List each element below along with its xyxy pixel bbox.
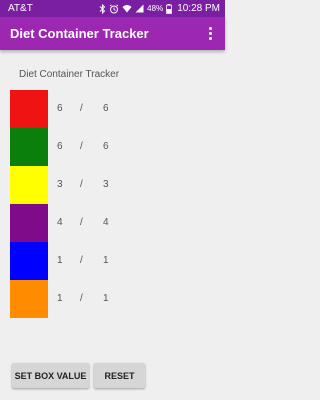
max-count: 3 bbox=[103, 179, 109, 190]
overflow-menu-icon[interactable] bbox=[203, 24, 217, 44]
app-bar: Diet Container Tracker bbox=[0, 17, 225, 50]
current-count: 3 bbox=[57, 179, 63, 190]
container-row-purple: 4 / 4 bbox=[10, 204, 210, 242]
container-row-green: 6 / 6 bbox=[10, 128, 210, 166]
bluetooth-icon bbox=[99, 3, 106, 14]
color-box-blue[interactable] bbox=[10, 242, 48, 280]
battery-percent: 48% bbox=[147, 4, 164, 13]
container-row-red: 6 / 6 bbox=[10, 90, 210, 128]
container-row-yellow: 3 / 3 bbox=[10, 166, 210, 204]
container-row-orange: 1 / 1 bbox=[10, 280, 210, 318]
separator: / bbox=[80, 103, 83, 114]
status-icons: 48% 10:28 PM bbox=[99, 3, 220, 14]
max-count: 6 bbox=[103, 103, 109, 114]
container-row-blue: 1 / 1 bbox=[10, 242, 210, 280]
current-count: 1 bbox=[57, 293, 63, 304]
max-count: 6 bbox=[103, 141, 109, 152]
color-box-yellow[interactable] bbox=[10, 166, 48, 204]
color-box-red[interactable] bbox=[10, 90, 48, 128]
battery-icon bbox=[166, 3, 173, 14]
reset-button[interactable]: RESET bbox=[94, 363, 145, 388]
current-count: 4 bbox=[57, 217, 63, 228]
app-title: Diet Container Tracker bbox=[10, 26, 149, 41]
max-count: 4 bbox=[103, 217, 109, 228]
max-count: 1 bbox=[103, 255, 109, 266]
max-count: 1 bbox=[103, 293, 109, 304]
carrier-label: AT&T bbox=[8, 3, 33, 14]
status-bar: AT&T 48% 10:28 PM bbox=[0, 0, 225, 17]
separator: / bbox=[80, 255, 83, 266]
current-count: 6 bbox=[57, 103, 63, 114]
signal-icon bbox=[135, 4, 144, 13]
current-count: 6 bbox=[57, 141, 63, 152]
clock: 10:28 PM bbox=[177, 3, 220, 14]
color-box-green[interactable] bbox=[10, 128, 48, 166]
current-count: 1 bbox=[57, 255, 63, 266]
container-list: 6 / 6 6 / 6 3 / 3 4 / 4 1 / 1 1 / 1 bbox=[10, 90, 210, 318]
separator: / bbox=[80, 179, 83, 190]
page-heading: Diet Container Tracker bbox=[19, 69, 120, 80]
set-box-value-button[interactable]: SET BOX VALUE bbox=[12, 363, 89, 388]
alarm-icon bbox=[109, 3, 119, 14]
color-box-purple[interactable] bbox=[10, 204, 48, 242]
separator: / bbox=[80, 217, 83, 228]
separator: / bbox=[80, 141, 83, 152]
separator: / bbox=[80, 293, 83, 304]
wifi-icon bbox=[122, 4, 132, 13]
color-box-orange[interactable] bbox=[10, 280, 48, 318]
